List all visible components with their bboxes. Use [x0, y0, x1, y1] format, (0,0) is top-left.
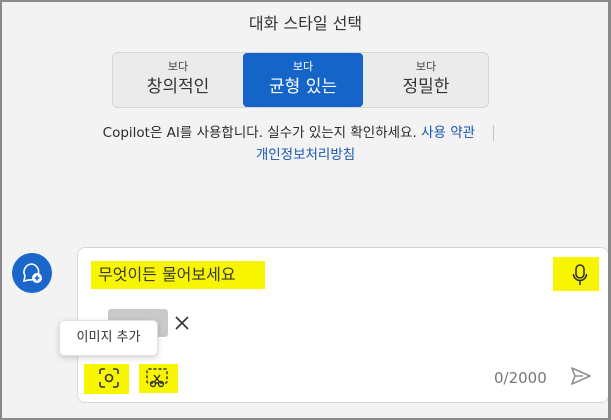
- new-topic-button[interactable]: [12, 253, 52, 293]
- tone-selector: 보다 창의적인 보다 균형 있는 보다 정밀한: [112, 52, 489, 108]
- tone-creative-label: 창의적인: [146, 77, 210, 97]
- tone-creative-prefix: 보다: [167, 60, 189, 73]
- tone-creative-button[interactable]: 보다 창의적인: [113, 53, 243, 107]
- tone-balanced-button[interactable]: 보다 균형 있는: [243, 53, 363, 107]
- screenshot-icon[interactable]: [145, 367, 169, 389]
- disclaimer: Copilot은 AI를 사용합니다. 실수가 있는지 확인하세요. 사용 약관…: [100, 122, 511, 166]
- tooltip: 이미지 추가: [59, 320, 158, 356]
- privacy-link[interactable]: 개인정보처리방침: [256, 147, 355, 163]
- tone-balanced-prefix: 보다: [292, 60, 314, 73]
- divider: [493, 125, 495, 141]
- prompt-input[interactable]: 무엇이든 물어보세요: [98, 263, 236, 287]
- microphone-icon[interactable]: [572, 264, 588, 286]
- close-icon: [175, 316, 189, 330]
- send-icon[interactable]: [570, 366, 592, 386]
- new-topic-icon: [22, 263, 42, 283]
- disclaimer-text: Copilot은 AI를 사용합니다. 실수가 있는지 확인하세요.: [102, 125, 417, 141]
- tone-precise-button[interactable]: 보다 정밀한: [363, 53, 489, 107]
- terms-link[interactable]: 사용 약관: [421, 125, 475, 141]
- tone-precise-label: 정밀한: [402, 77, 450, 97]
- image-capture-icon[interactable]: [98, 367, 120, 389]
- style-title: 대화 스타일 선택: [248, 14, 363, 33]
- remove-image-button[interactable]: [168, 309, 196, 337]
- character-counter: 0/2000: [494, 369, 547, 387]
- tone-balanced-label: 균형 있는: [269, 77, 337, 97]
- tone-precise-prefix: 보다: [415, 60, 437, 73]
